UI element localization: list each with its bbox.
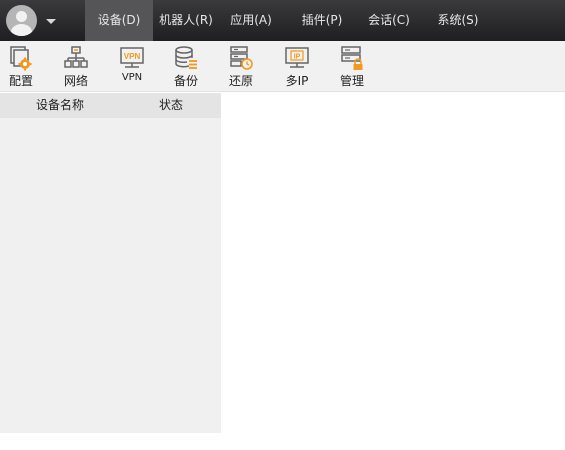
avatar-head-shape	[16, 11, 27, 22]
toolbar-manage-button[interactable]: 管理	[329, 43, 375, 89]
toolbar-restore-button[interactable]: 还原	[218, 43, 264, 89]
toolbar-multi-ip-button[interactable]: IP 多IP	[274, 43, 320, 89]
avatar-dropdown-icon[interactable]	[46, 19, 56, 24]
menu-application[interactable]: 应用(A)	[222, 0, 280, 41]
avatar-body-shape	[11, 24, 32, 36]
multi-ip-icon-text: IP	[294, 54, 301, 61]
toolbar-vpn-button[interactable]: VPN VPN	[109, 43, 155, 89]
toolbar-vpn-label: VPN	[121, 72, 143, 83]
avatar[interactable]	[6, 5, 37, 36]
menu-plugin[interactable]: 插件(P)	[291, 0, 353, 41]
toolbar-config-button[interactable]: 配置	[0, 43, 44, 89]
column-status[interactable]: 状态	[159, 93, 183, 118]
manage-icon	[341, 46, 363, 70]
menu-system[interactable]: 系统(S)	[428, 0, 488, 41]
device-list-panel: 设备名称 状态	[0, 93, 221, 433]
toolbar-multi-ip-label: 多IP	[285, 74, 309, 88]
backup-icon	[175, 46, 197, 69]
toolbar-config-label: 配置	[8, 74, 33, 88]
toolbar: 配置 网络 VPN VPN 备份 还原 IP 多IP 管理	[0, 41, 565, 92]
column-device-name[interactable]: 设备名称	[36, 93, 84, 118]
toolbar-network-button[interactable]: 网络	[53, 43, 99, 89]
menu-session[interactable]: 会话(C)	[360, 0, 418, 41]
toolbar-backup-button[interactable]: 备份	[163, 43, 209, 89]
toolbar-manage-label: 管理	[339, 74, 364, 88]
multi-ip-icon: IP	[285, 47, 309, 68]
device-list-header: 设备名称 状态	[0, 93, 221, 118]
toolbar-backup-label: 备份	[173, 74, 198, 88]
main-content-area	[221, 92, 565, 450]
toolbar-restore-label: 还原	[228, 74, 253, 88]
menu-device[interactable]: 设备(D)	[85, 0, 153, 41]
toolbar-network-label: 网络	[63, 74, 88, 88]
menu-bar: 设备(D) 机器人(R) 应用(A) 插件(P) 会话(C) 系统(S)	[0, 0, 565, 41]
device-list-body[interactable]	[0, 118, 221, 433]
vpn-icon: VPN	[120, 47, 144, 68]
vpn-icon-text: VPN	[124, 52, 141, 61]
menu-robot[interactable]: 机器人(R)	[153, 0, 219, 41]
restore-icon	[230, 46, 253, 70]
network-icon	[64, 46, 88, 68]
config-icon	[10, 46, 32, 71]
